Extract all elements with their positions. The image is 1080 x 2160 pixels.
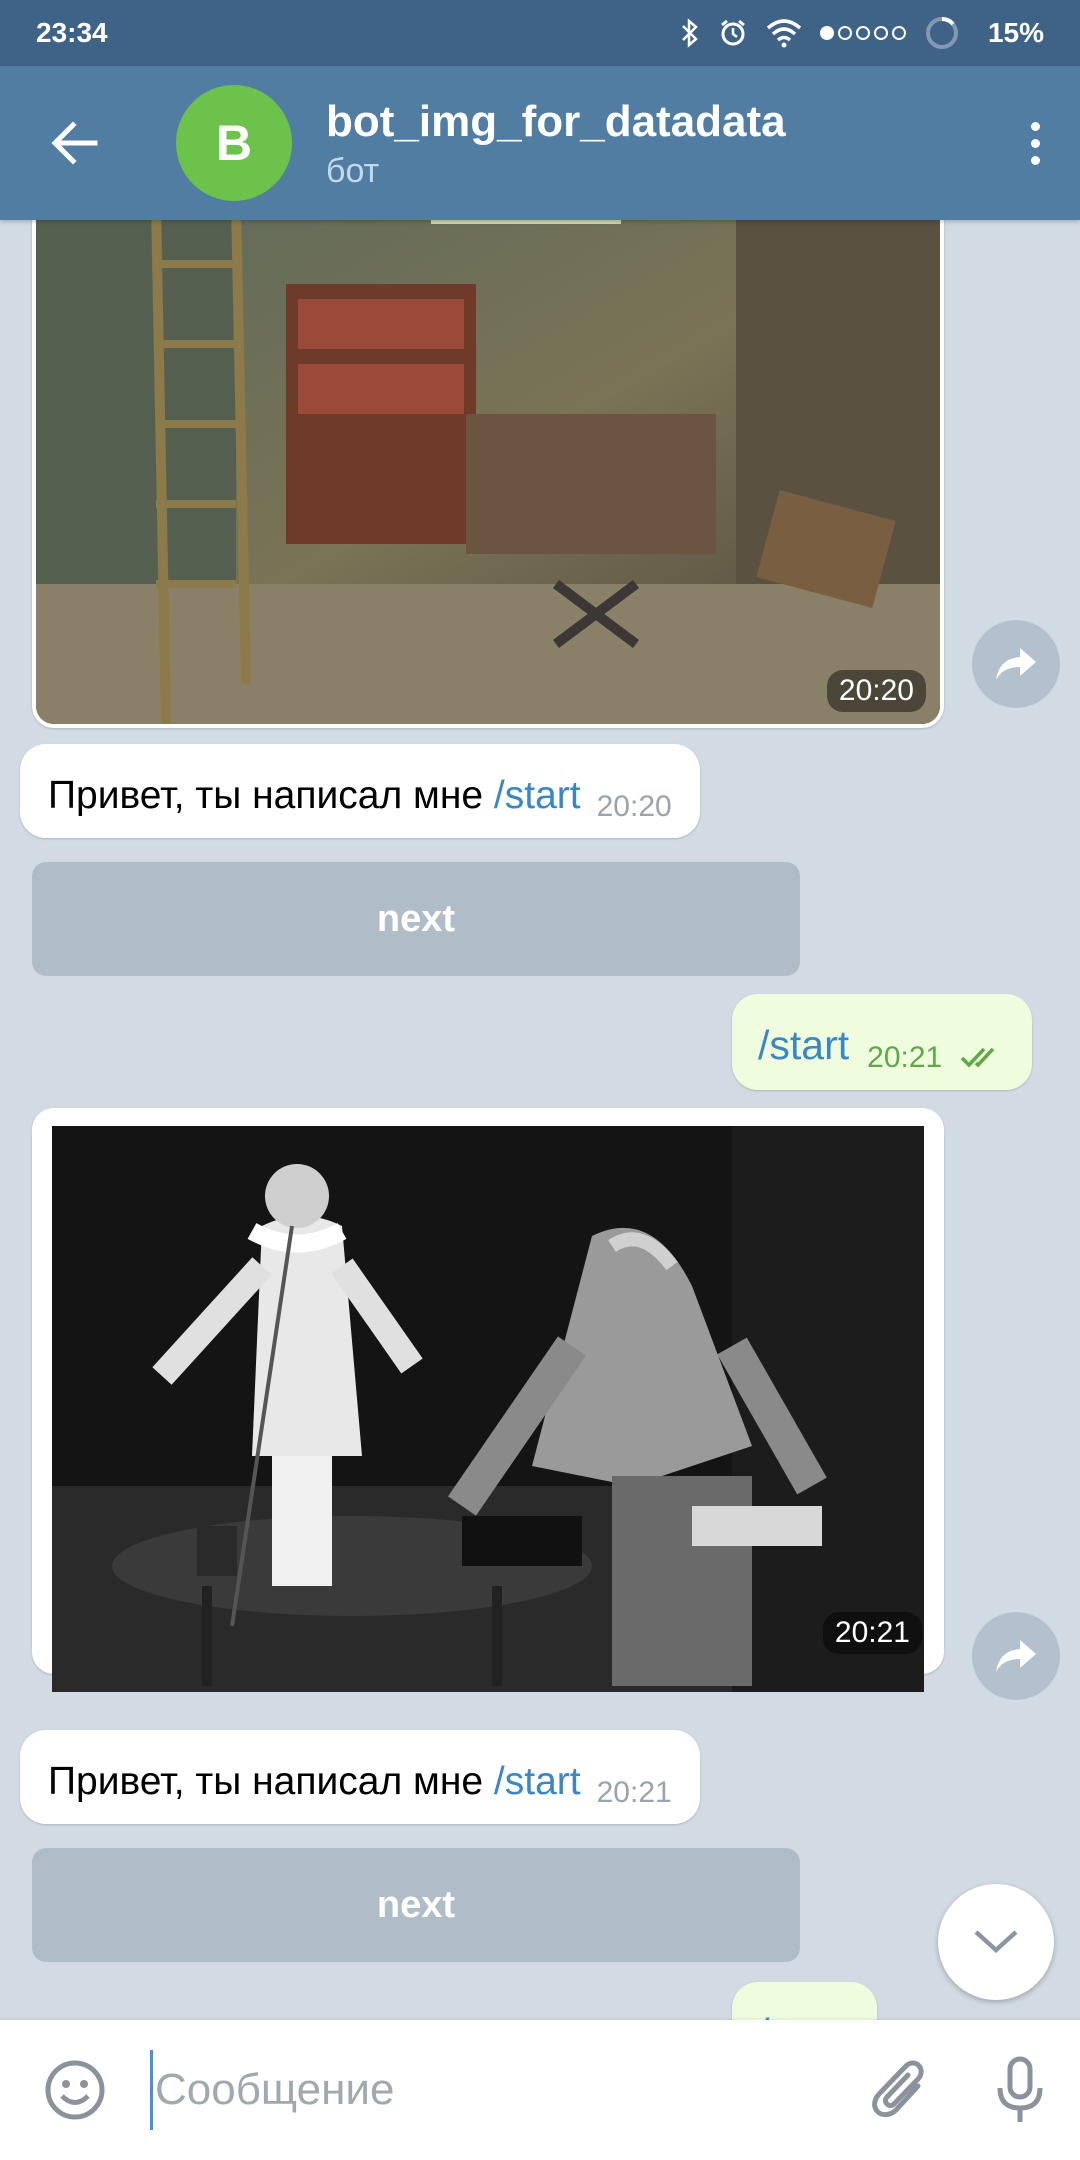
chevron-down-icon — [974, 1930, 1018, 1954]
signal-strength-icon — [819, 26, 906, 40]
chat-header: B bot_img_for_datadata бот — [0, 66, 1080, 220]
photo-abandoned-room — [36, 220, 940, 724]
message-text: Привет, ты написал мне — [48, 774, 494, 817]
share-arrow-icon — [996, 648, 1036, 680]
attach-button[interactable] — [840, 2020, 960, 2160]
back-button[interactable] — [0, 66, 150, 220]
message-text: Привет, ты написал мне — [48, 1760, 494, 1803]
message-timestamp: 20:20 — [596, 790, 672, 823]
status-icons: 15% — [680, 15, 1044, 51]
photo-message[interactable]: 20:20 — [32, 220, 944, 728]
outgoing-message[interactable]: /start — [732, 1982, 878, 2020]
more-menu-button[interactable] — [990, 66, 1080, 220]
message-timestamp: 20:21 — [596, 1776, 672, 1809]
status-bar: 23:34 15% — [0, 0, 1080, 66]
arrow-left-icon — [51, 121, 98, 165]
bot-command-link[interactable]: /start — [494, 774, 581, 817]
paperclip-icon — [872, 2060, 924, 2118]
more-vert-icon — [1030, 121, 1040, 131]
microphone-icon — [997, 2056, 1043, 2122]
message-input-bar — [0, 2020, 1080, 2160]
share-button[interactable] — [972, 1612, 1060, 1700]
message-input[interactable] — [150, 2050, 840, 2130]
chat-messages[interactable]: 20:20 Привет, ты написал мне /start 20:20… — [0, 220, 1080, 2020]
scroll-down-button[interactable] — [938, 1884, 1054, 2000]
emoji-button[interactable] — [0, 2020, 150, 2160]
share-arrow-icon — [996, 1640, 1036, 1672]
smiley-icon — [45, 2060, 105, 2120]
chat-title-block[interactable]: bot_img_for_datadata бот — [326, 96, 990, 191]
battery-icon — [925, 17, 958, 49]
photo-timestamp: 20:20 — [826, 670, 926, 712]
bot-command-link[interactable]: /start — [758, 1022, 849, 1068]
chat-title: bot_img_for_datadata — [326, 96, 786, 146]
wifi-icon — [766, 19, 802, 48]
battery-percent: 15% — [987, 17, 1044, 48]
double-check-icon — [960, 1047, 994, 1068]
photo-message[interactable]: 20:21 — [32, 1108, 944, 1692]
incoming-message[interactable]: Привет, ты написал мне /start 20:20 — [20, 744, 700, 838]
bluetooth-icon — [682, 18, 698, 48]
status-time: 23:34 — [36, 17, 108, 48]
chat-subtitle: бот — [326, 151, 380, 190]
next-button[interactable]: next — [32, 1848, 800, 1962]
bot-command-link[interactable]: /start — [758, 2010, 849, 2020]
outgoing-message[interactable]: /start 20:21 — [732, 994, 1032, 1090]
photo-performers — [52, 1126, 924, 1692]
alarm-icon — [721, 19, 745, 46]
microphone-button[interactable] — [960, 2020, 1080, 2160]
share-button[interactable] — [972, 620, 1060, 708]
avatar[interactable]: B — [176, 85, 292, 201]
bot-command-link[interactable]: /start — [494, 1760, 581, 1803]
message-timestamp: 20:21 — [867, 1041, 943, 1074]
next-button[interactable]: next — [32, 862, 800, 976]
photo-timestamp: 20:21 — [822, 1612, 922, 1654]
incoming-message[interactable]: Привет, ты написал мне /start 20:21 — [20, 1730, 700, 1824]
